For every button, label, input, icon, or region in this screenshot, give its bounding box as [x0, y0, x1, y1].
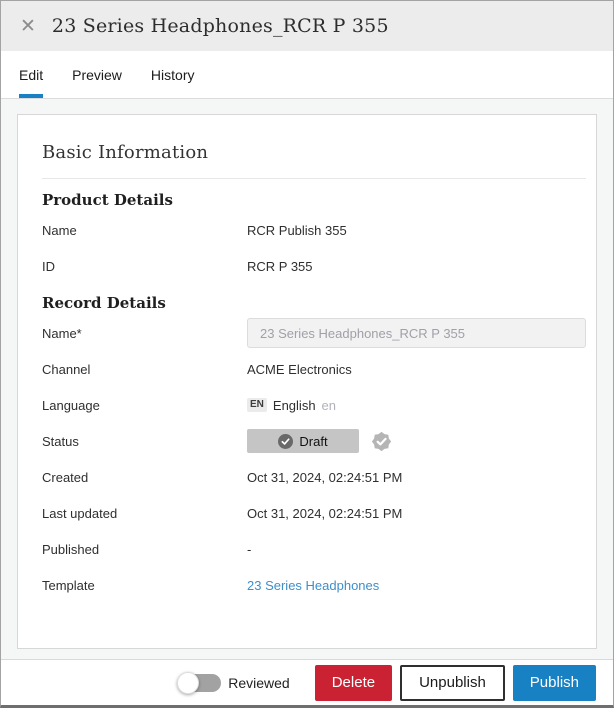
toggle-knob: [177, 672, 199, 694]
field-label: Name: [42, 223, 247, 238]
dialog-title: 23 Series Headphones_RCR P 355: [52, 15, 389, 37]
basic-information-card: Basic Information Product Details Name R…: [17, 114, 597, 649]
tab-preview[interactable]: Preview: [72, 51, 122, 98]
channel-row: Channel ACME Electronics: [42, 351, 586, 387]
heading-divider: [42, 178, 586, 179]
record-name-row: Name*: [42, 315, 586, 351]
action-footer: Reviewed Delete Unpublish Publish: [1, 659, 613, 705]
record-detail-dialog: ✕ 23 Series Headphones_RCR P 355 Edit Pr…: [0, 0, 614, 708]
content-area: Basic Information Product Details Name R…: [1, 99, 613, 659]
language-code-badge: EN: [247, 398, 267, 412]
tab-history[interactable]: History: [151, 51, 195, 98]
language-row: Language EN English en: [42, 387, 586, 423]
delete-button[interactable]: Delete: [315, 665, 392, 701]
field-label: Created: [42, 470, 247, 485]
check-circle-icon: [278, 434, 293, 449]
field-label: Published: [42, 542, 247, 557]
status-row: Status Draft: [42, 423, 586, 459]
publish-button[interactable]: Publish: [513, 665, 596, 701]
product-id-row: ID RCR P 355: [42, 248, 586, 284]
created-row: Created Oct 31, 2024, 02:24:51 PM: [42, 459, 586, 495]
reviewed-toggle[interactable]: [179, 674, 221, 692]
tab-edit[interactable]: Edit: [19, 51, 43, 98]
field-label: ID: [42, 259, 247, 274]
field-value: Oct 31, 2024, 02:24:51 PM: [247, 470, 586, 485]
field-label: Language: [42, 398, 247, 413]
product-name-row: Name RCR Publish 355: [42, 212, 586, 248]
published-row: Published -: [42, 531, 586, 567]
language-locale-code: en: [322, 398, 336, 413]
dialog-header: ✕ 23 Series Headphones_RCR P 355: [1, 1, 613, 51]
template-row: Template 23 Series Headphones: [42, 567, 586, 603]
reviewed-label: Reviewed: [228, 675, 289, 691]
status-badge: Draft: [247, 429, 359, 453]
last-updated-row: Last updated Oct 31, 2024, 02:24:51 PM: [42, 495, 586, 531]
approval-seal-icon[interactable]: [370, 430, 393, 453]
record-name-input[interactable]: [247, 318, 586, 348]
field-label: Channel: [42, 362, 247, 377]
field-label: Status: [42, 434, 247, 449]
close-icon[interactable]: ✕: [17, 15, 39, 38]
field-label: Last updated: [42, 506, 247, 521]
field-label: Name*: [42, 326, 247, 341]
field-value: Oct 31, 2024, 02:24:51 PM: [247, 506, 586, 521]
product-details-heading: Product Details: [42, 191, 586, 209]
field-label: Template: [42, 578, 247, 593]
status-text: Draft: [299, 434, 327, 449]
field-value: RCR P 355: [247, 259, 586, 274]
card-heading: Basic Information: [42, 142, 586, 163]
language-name: English: [273, 398, 316, 413]
record-details-heading: Record Details: [42, 294, 586, 312]
field-value: ACME Electronics: [247, 362, 586, 377]
unpublish-button[interactable]: Unpublish: [400, 665, 505, 701]
reviewed-toggle-group: Reviewed: [179, 674, 289, 692]
tab-bar: Edit Preview History: [1, 51, 613, 99]
field-value: RCR Publish 355: [247, 223, 586, 238]
field-value: -: [247, 542, 586, 557]
template-link[interactable]: 23 Series Headphones: [247, 578, 379, 593]
